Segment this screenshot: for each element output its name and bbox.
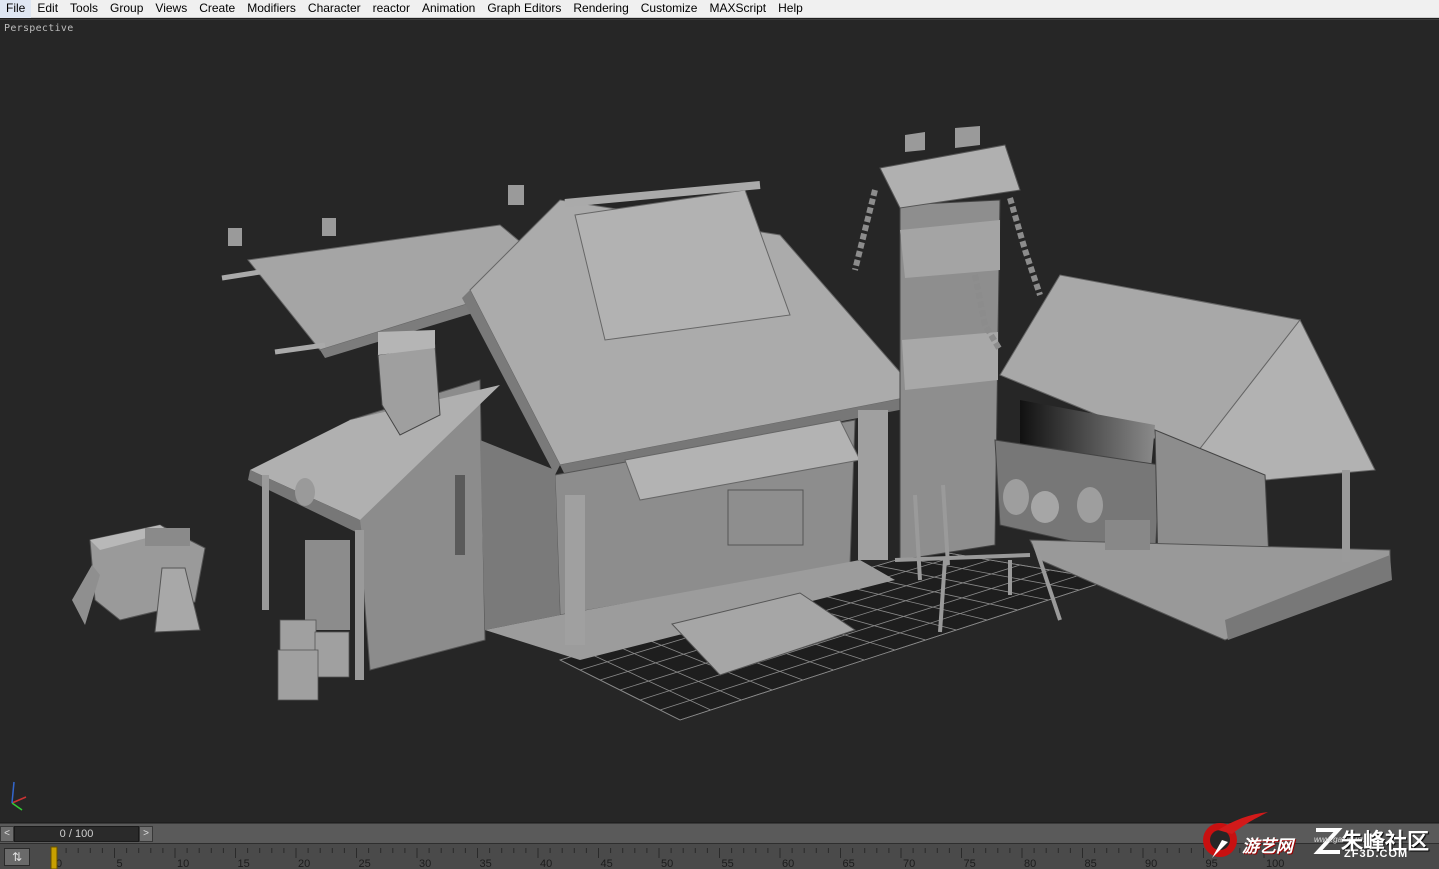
menu-item-graph-editors[interactable]: Graph Editors <box>481 0 567 18</box>
menu-item-edit[interactable]: Edit <box>31 0 64 18</box>
menu-item-rendering[interactable]: Rendering <box>567 0 634 18</box>
time-slider-next-button[interactable]: > <box>139 826 153 842</box>
menu-item-animation[interactable]: Animation <box>416 0 481 18</box>
key-mode-icon[interactable]: ⇅ <box>4 848 30 866</box>
ruler-label: 65 <box>843 858 855 869</box>
ruler-label: 5 <box>117 858 123 869</box>
menu-item-customize[interactable]: Customize <box>635 0 704 18</box>
ruler-label: 45 <box>601 858 613 869</box>
ruler-label: 10 <box>177 858 189 869</box>
ruler-label: 50 <box>661 858 673 869</box>
menu-item-modifiers[interactable]: Modifiers <box>241 0 302 18</box>
ruler-label: 60 <box>782 858 794 869</box>
menu-item-views[interactable]: Views <box>149 0 193 18</box>
ruler-label: 80 <box>1024 858 1036 869</box>
menu-item-group[interactable]: Group <box>104 0 149 18</box>
menu-item-file[interactable]: File <box>0 0 32 18</box>
menu-item-character[interactable]: Character <box>302 0 367 18</box>
menu-item-maxscript[interactable]: MAXScript <box>703 0 772 18</box>
ruler-label: 40 <box>540 858 552 869</box>
anvil-prop <box>72 524 206 633</box>
time-slider-prev-button[interactable]: < <box>0 826 14 842</box>
watermark-domain: ZF3D.COM <box>1344 848 1409 860</box>
ruler-label: 90 <box>1145 858 1157 869</box>
menu-item-tools[interactable]: Tools <box>64 0 104 18</box>
scene-render[interactable] <box>0 20 1439 822</box>
perspective-viewport[interactable]: Perspective <box>0 19 1439 822</box>
ruler-label: 85 <box>1085 858 1097 869</box>
current-frame-marker[interactable] <box>50 846 58 869</box>
firewood-prop <box>277 619 350 701</box>
watermark-logo: 游艺网 www.gamewz.com 朱峰社区 ZF3D.COM <box>1198 808 1439 869</box>
ruler-label: 25 <box>359 858 371 869</box>
ruler-label: 55 <box>722 858 734 869</box>
ruler-label: 20 <box>298 858 310 869</box>
ruler-label: 70 <box>903 858 915 869</box>
watermark-site1: 游艺网 <box>1242 837 1293 856</box>
menu-bar: File Edit Tools Group Views Create Modifiers Ch… <box>0 0 1439 18</box>
menu-item-help[interactable]: Help <box>772 0 809 18</box>
menu-item-create[interactable]: Create <box>193 0 241 18</box>
ruler-label: 75 <box>964 858 976 869</box>
ruler-label: 35 <box>480 858 492 869</box>
menu-item-reactor[interactable]: reactor <box>367 0 416 18</box>
time-slider-thumb[interactable]: 0 / 100 <box>14 826 139 842</box>
axis-gizmo <box>11 781 27 811</box>
ruler-label: 30 <box>419 858 431 869</box>
ruler-label: 15 <box>238 858 250 869</box>
